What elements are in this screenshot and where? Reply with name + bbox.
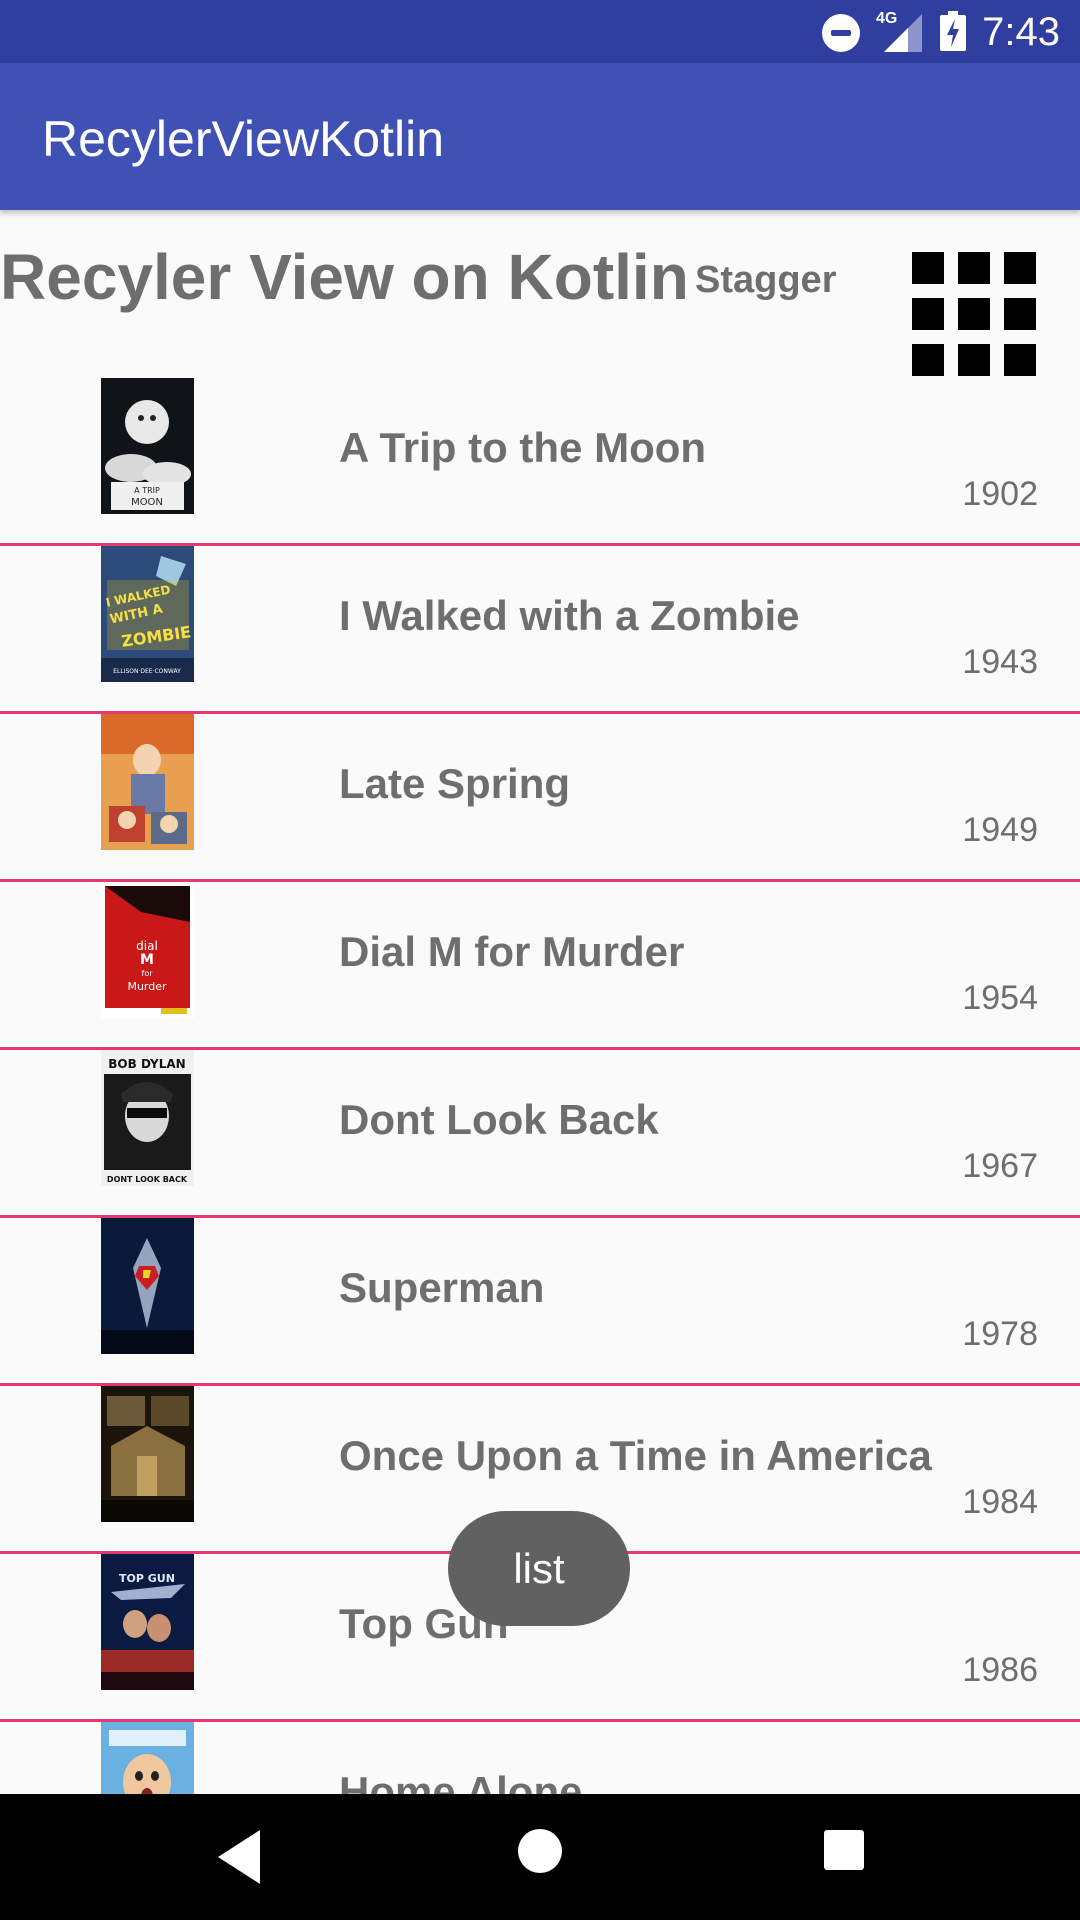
list-item[interactable]: dial M for Murder Dial M for Murder 1954 [0,882,1080,1050]
stagger-label: Stagger [695,259,837,301]
movie-poster [101,714,194,850]
poster-text: DONT LOOK BACK [107,1175,188,1184]
movie-title: Late Spring [339,760,571,807]
home-circle-icon[interactable] [518,1829,562,1873]
movie-title: Dial M for Murder [339,928,685,975]
poster-text: A TRIP [134,486,160,495]
poster-text: TOP GUN [119,1572,175,1585]
movie-title: Superman [339,1264,545,1311]
poster-text: ELLISON·DEE·CONWAY [113,668,181,675]
movie-poster [101,1386,194,1522]
grid-icon[interactable] [908,248,1038,378]
movie-poster [101,1722,194,1794]
signal-icon [884,14,922,52]
status-time: 7:43 [982,10,1060,54]
page-title: Recyler View on Kotlin [0,241,689,313]
do-not-disturb-icon [822,14,860,52]
movie-title: Home Alone [339,1768,583,1794]
navigation-bar [0,1794,1080,1920]
poster-text: for [142,969,154,978]
movie-year: 1943 [962,643,1038,681]
movie-poster: TOP GUN [101,1554,194,1690]
movie-poster [101,1218,194,1354]
movie-year: 1978 [962,1315,1038,1353]
poster-text: dial [136,939,158,953]
movie-title: Dont Look Back [339,1096,659,1143]
list-item[interactable]: A TRIP MOON A Trip to the Moon 1902 [0,378,1080,546]
movie-poster: dial M for Murder [101,882,194,1018]
movie-title: A Trip to the Moon [339,424,707,471]
list-item[interactable]: I WALKED WITH A ZOMBIE ELLISON·DEE·CONWA… [0,546,1080,714]
status-bar: 4G 7:43 [0,0,1080,63]
list-item[interactable]: Superman 1978 [0,1218,1080,1386]
list-item[interactable]: BOB DYLAN DONT LOOK BACK Dont Look Back … [0,1050,1080,1218]
poster-text: Murder [127,980,167,993]
poster-text: BOB DYLAN [108,1057,185,1071]
battery-charging-icon [940,11,966,51]
movie-title: I Walked with a Zombie [339,592,800,639]
toast-message: list [448,1511,630,1626]
app-title: RecylerViewKotlin [42,111,445,167]
back-triangle-icon[interactable] [212,1830,272,1884]
movie-year: 1954 [962,979,1038,1017]
list-item[interactable]: Home Alone [0,1722,1080,1794]
movie-year: 1986 [962,1651,1038,1689]
movie-year: 1984 [962,1483,1038,1521]
app-bar: RecylerViewKotlin [0,63,1080,210]
poster-text: MOON [131,497,163,508]
movie-title: Once Upon a Time in America [339,1432,932,1479]
recents-square-icon[interactable] [824,1830,864,1870]
list-item[interactable]: Late Spring 1949 [0,714,1080,882]
movie-year: 1967 [962,1147,1038,1185]
poster-text: M [140,952,154,968]
movie-poster: BOB DYLAN DONT LOOK BACK [101,1050,194,1186]
movie-poster: I WALKED WITH A ZOMBIE ELLISON·DEE·CONWA… [101,546,194,682]
movie-year: 1902 [962,475,1038,513]
movie-year: 1949 [962,811,1038,849]
movie-poster: A TRIP MOON [101,378,194,514]
